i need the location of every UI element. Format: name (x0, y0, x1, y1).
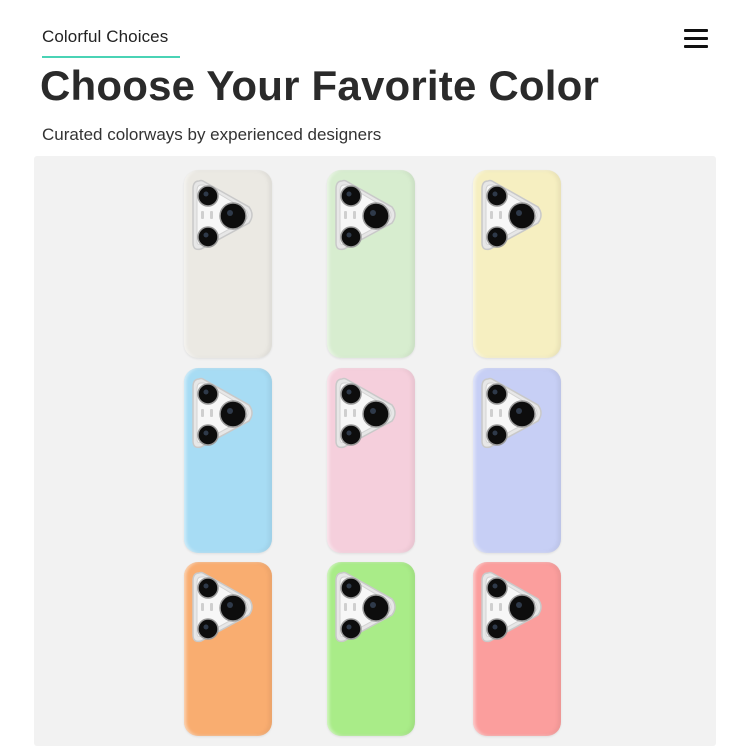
page: Colorful Choices Choose Your Favorite Co… (0, 0, 750, 750)
phone-case-colorway[interactable] (473, 170, 561, 358)
camera-module-icon (478, 375, 546, 451)
menu-bar (684, 29, 708, 32)
camera-module-icon (189, 177, 257, 253)
camera-module-icon (332, 177, 400, 253)
eyebrow-underline (42, 56, 180, 58)
phone-case-colorway[interactable] (327, 562, 415, 736)
menu-bar (684, 37, 708, 40)
phone-case-colorway[interactable] (473, 562, 561, 736)
phone-case-colorway[interactable] (184, 368, 272, 553)
page-title: Choose Your Favorite Color (40, 62, 600, 109)
camera-module-icon (189, 375, 257, 451)
phone-case-colorway[interactable] (327, 170, 415, 358)
camera-module-icon (189, 569, 257, 645)
camera-module-icon (478, 569, 546, 645)
menu-bar (684, 45, 708, 48)
phone-case-colorway[interactable] (184, 562, 272, 736)
phone-case-colorway[interactable] (184, 170, 272, 358)
hamburger-menu-icon[interactable] (684, 28, 710, 48)
phone-case-colorway[interactable] (473, 368, 561, 553)
section-eyebrow: Colorful Choices (42, 27, 169, 46)
camera-module-icon (332, 569, 400, 645)
camera-module-icon (332, 375, 400, 451)
page-subtitle: Curated colorways by experienced designe… (42, 125, 382, 144)
colorway-gallery (34, 156, 716, 746)
camera-module-icon (478, 177, 546, 253)
phone-case-colorway[interactable] (327, 368, 415, 553)
